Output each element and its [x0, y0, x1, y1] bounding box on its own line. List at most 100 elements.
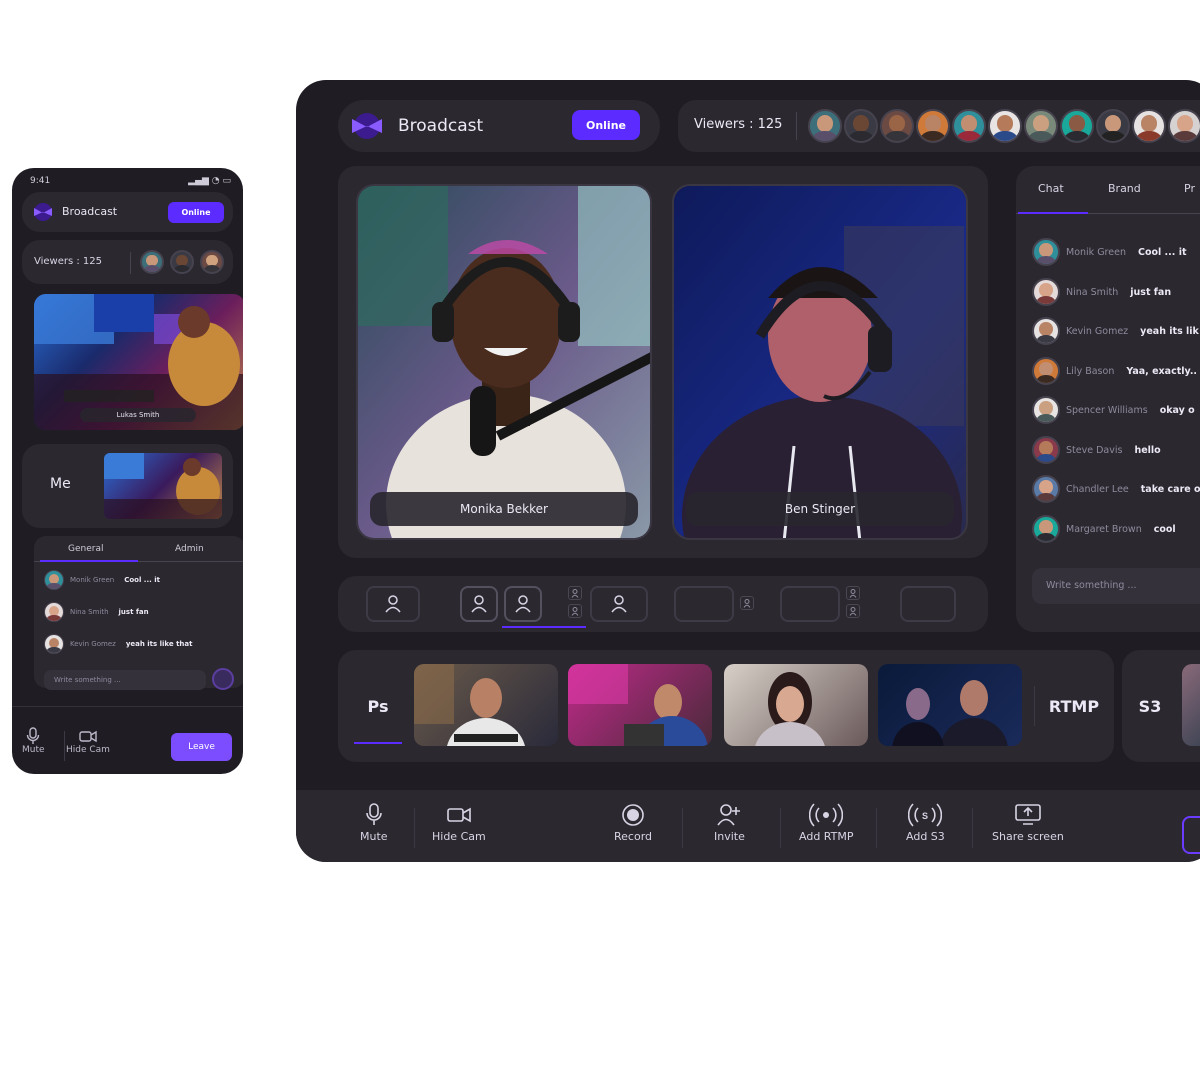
- desktop-app-frame: Broadcast Online Viewers : 125 Monika Be…: [296, 80, 1200, 862]
- add-rtmp-button[interactable]: Add RTMP: [799, 800, 853, 843]
- source-rtmp[interactable]: RTMP: [1038, 650, 1110, 762]
- mobile-app-frame: 9:41 ▂▄▆ ◔ ▭ Broadcast Online Viewers : …: [12, 168, 243, 774]
- viewer-avatar[interactable]: [808, 109, 842, 143]
- leave-button[interactable]: Leave: [171, 733, 232, 761]
- hide-cam-button[interactable]: Hide Cam: [66, 727, 110, 755]
- chat-tabs: General Admin: [34, 536, 243, 562]
- user-avatar[interactable]: [1032, 515, 1060, 543]
- user-avatar[interactable]: [1032, 357, 1060, 385]
- tab-pr[interactable]: Pr: [1184, 182, 1195, 195]
- status-bar: 9:41 ▂▄▆ ◔ ▭: [30, 174, 231, 188]
- status-icons: ▂▄▆ ◔ ▭: [188, 176, 231, 186]
- layout-empty[interactable]: [900, 586, 956, 622]
- self-video-thumbnail[interactable]: [104, 453, 222, 519]
- user-avatar[interactable]: [44, 570, 64, 590]
- logo-icon: [350, 112, 384, 140]
- tab-admin[interactable]: Admin: [175, 544, 204, 554]
- me-label: Me: [50, 476, 71, 492]
- viewer-avatar[interactable]: [170, 250, 194, 274]
- viewer-avatar[interactable]: [916, 109, 950, 143]
- viewer-avatar[interactable]: [1060, 109, 1094, 143]
- record-button[interactable]: Record: [614, 800, 652, 843]
- layout-split-right[interactable]: [504, 586, 542, 622]
- viewer-avatar[interactable]: [844, 109, 878, 143]
- user-avatar[interactable]: [1032, 238, 1060, 266]
- layout-empty[interactable]: [780, 586, 840, 622]
- speaker-video: [358, 186, 650, 538]
- divider: [1034, 686, 1035, 726]
- viewer-avatar[interactable]: [1096, 109, 1130, 143]
- chat-input[interactable]: Write something ...: [44, 670, 206, 690]
- viewer-avatar[interactable]: [140, 250, 164, 274]
- speaker-tile[interactable]: Monika Bekker: [356, 184, 652, 540]
- divider: [780, 808, 781, 848]
- layout-split-left[interactable]: [460, 586, 498, 622]
- message-text: okay o: [1159, 404, 1195, 416]
- chat-sidebar: Chat Brand Pr Monik Green Cool ... it Ni…: [1016, 166, 1200, 632]
- source-ps[interactable]: Ps: [354, 668, 402, 744]
- divider: [796, 112, 797, 140]
- viewer-avatar[interactable]: [200, 250, 224, 274]
- chat-message: Kevin Gomez yeah its like that: [44, 634, 192, 654]
- participant-name-tag: Lukas Smith: [80, 408, 196, 422]
- active-tab-indicator: [1018, 212, 1088, 214]
- source-thumbnail[interactable]: [568, 664, 712, 746]
- online-badge[interactable]: Online: [168, 202, 224, 223]
- chat-panel: General Admin Monik Green Cool ... it Ni…: [34, 536, 243, 690]
- source-thumbnail[interactable]: [724, 664, 868, 746]
- mute-button[interactable]: Mute: [22, 727, 45, 755]
- source-thumbnail[interactable]: [1182, 664, 1200, 746]
- message-author: Nina Smith: [1066, 286, 1119, 298]
- rtmp-icon: [809, 800, 844, 830]
- viewer-avatar[interactable]: [880, 109, 914, 143]
- user-avatar[interactable]: [1032, 396, 1060, 424]
- leave-button[interactable]: [1182, 816, 1200, 854]
- user-avatar[interactable]: [1032, 436, 1060, 464]
- share-screen-button[interactable]: Share screen: [992, 800, 1064, 843]
- source-s3[interactable]: S3: [1122, 650, 1178, 762]
- source-thumbnail[interactable]: [414, 664, 558, 746]
- mute-label: Mute: [360, 830, 388, 843]
- mini-person-icon: [740, 596, 754, 610]
- hide-cam-button[interactable]: Hide Cam: [432, 800, 486, 843]
- viewer-avatar[interactable]: [1168, 109, 1200, 143]
- user-avatar[interactable]: [44, 634, 64, 654]
- source-ps-label: Ps: [367, 696, 389, 716]
- speaker-tile[interactable]: Ben Stinger: [672, 184, 968, 540]
- user-avatar[interactable]: [44, 602, 64, 622]
- layout-sidebar[interactable]: [590, 586, 648, 622]
- app-title: Broadcast: [62, 205, 118, 218]
- message-text: just fan: [118, 608, 149, 616]
- invite-button[interactable]: Invite: [714, 800, 745, 843]
- layout-empty[interactable]: [674, 586, 734, 622]
- mic-icon: [26, 727, 40, 745]
- bottom-toolbar: Mute Hide Cam Record Invite Add RTMP S A…: [296, 790, 1200, 862]
- user-avatar[interactable]: [1032, 278, 1060, 306]
- viewer-avatar[interactable]: [1024, 109, 1058, 143]
- chat-input[interactable]: Write something ...: [1032, 568, 1200, 604]
- viewer-avatar[interactable]: [988, 109, 1022, 143]
- mute-button[interactable]: Mute: [360, 800, 388, 843]
- layout-single[interactable]: [366, 586, 420, 622]
- user-avatar[interactable]: [1032, 475, 1060, 503]
- camera-icon: [447, 800, 471, 830]
- person-icon: [514, 594, 532, 614]
- tab-chat[interactable]: Chat: [1038, 182, 1064, 195]
- viewers-count: Viewers : 125: [34, 256, 103, 267]
- source-thumbnail[interactable]: [878, 664, 1022, 746]
- add-s3-button[interactable]: S Add S3: [906, 800, 945, 843]
- camera-icon: [79, 727, 97, 745]
- send-icon[interactable]: [212, 668, 234, 690]
- user-avatar[interactable]: [1032, 317, 1060, 345]
- speaker-video: [674, 186, 966, 538]
- speaker-name-tag: Monika Bekker: [370, 492, 638, 526]
- chat-message: Steve Davis hello: [1032, 436, 1161, 464]
- tab-brand[interactable]: Brand: [1108, 182, 1141, 195]
- viewer-avatar[interactable]: [1132, 109, 1166, 143]
- viewer-avatar[interactable]: [952, 109, 986, 143]
- tab-general[interactable]: General: [68, 544, 103, 554]
- main-video-feed[interactable]: Lukas Smith: [34, 294, 243, 430]
- sources-bar: Ps RTMP: [338, 650, 1114, 762]
- add-s3-label: Add S3: [906, 830, 945, 843]
- online-badge[interactable]: Online: [572, 110, 640, 140]
